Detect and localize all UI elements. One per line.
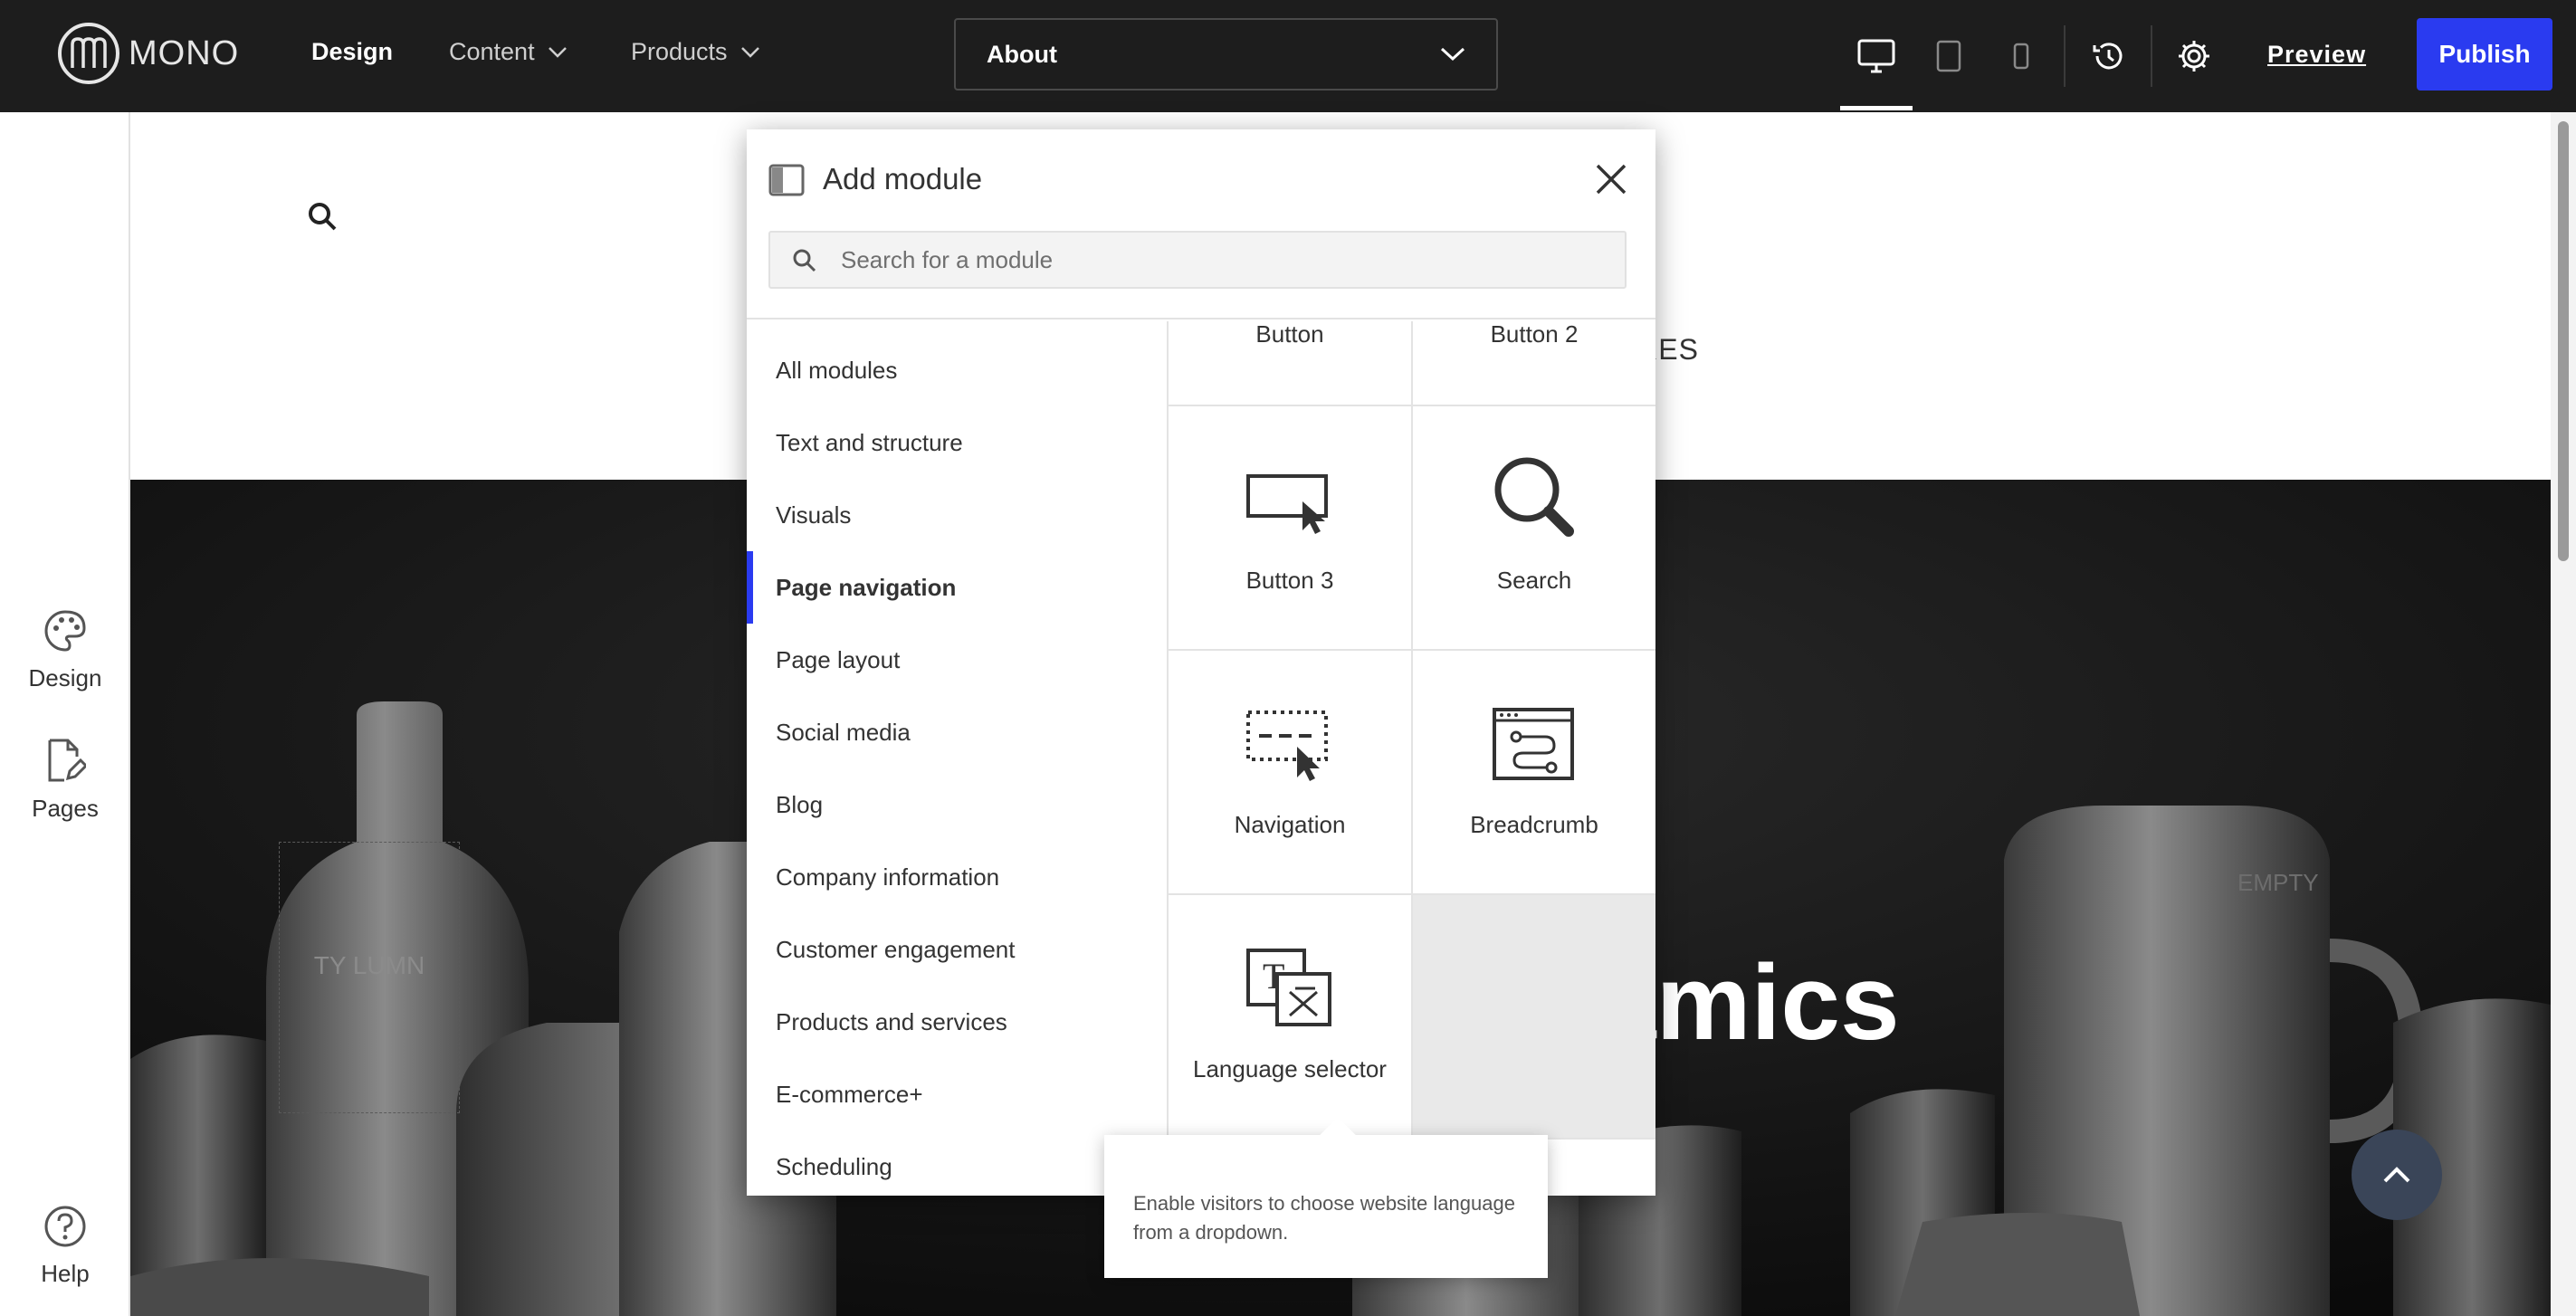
nav-content[interactable]: Content <box>449 38 568 66</box>
module-search-input[interactable] <box>841 233 1610 287</box>
category-e-commerce[interactable]: E-commerce+ <box>747 1058 1167 1130</box>
chevron-down-icon <box>548 46 567 58</box>
module-label: Language selector <box>1193 1055 1387 1082</box>
scrollbar-thumb[interactable] <box>2558 121 2569 561</box>
page-selector-value: About <box>987 40 1057 68</box>
sidebar-item-help[interactable]: Help <box>0 1204 130 1288</box>
toolbar-divider <box>2064 25 2066 87</box>
panel-icon[interactable] <box>768 164 805 196</box>
chevron-down-icon <box>740 46 759 58</box>
tablet-view-icon[interactable] <box>1927 34 1970 78</box>
search-icon <box>793 249 816 272</box>
module-tile-button[interactable]: Button <box>1169 321 1413 406</box>
empty-column-placeholder-right[interactable]: EMPTY <box>2237 869 2319 897</box>
nav-products-label: Products <box>631 38 728 65</box>
module-tile-empty <box>1413 895 1655 1140</box>
brand-logo[interactable]: MONO <box>58 23 239 84</box>
preview-link[interactable]: Preview <box>2267 41 2366 69</box>
nav-design[interactable]: Design <box>311 38 393 66</box>
sidebar-item-design[interactable]: Design <box>0 608 130 692</box>
module-tile-button-3[interactable]: Button 3 <box>1169 406 1413 651</box>
history-icon[interactable] <box>2086 34 2130 78</box>
language-selector-icon: T <box>1245 938 1335 1037</box>
palette-icon <box>44 610 86 652</box>
nav-products[interactable]: Products <box>631 38 760 66</box>
publish-button[interactable]: Publish <box>2417 18 2552 91</box>
add-module-dialog: Add module All modules Text and structur… <box>747 129 1655 1196</box>
chevron-up-icon <box>2383 1167 2410 1183</box>
chevron-down-icon <box>1440 47 1465 62</box>
sidebar-item-design-label: Design <box>28 664 102 691</box>
logo-mark-icon <box>58 23 119 84</box>
dialog-header: Add module <box>747 129 1655 319</box>
module-tile-breadcrumb[interactable]: Breadcrumb <box>1413 651 1655 895</box>
module-search-field[interactable] <box>768 231 1627 289</box>
page-selector[interactable]: About <box>954 18 1498 91</box>
sidebar-item-pages[interactable]: Pages <box>0 737 130 823</box>
sidebar-item-pages-label: Pages <box>32 795 99 822</box>
category-blog[interactable]: Blog <box>747 768 1167 841</box>
category-company-information[interactable]: Company information <box>747 841 1167 913</box>
category-customer-engagement[interactable]: Customer engagement <box>747 913 1167 986</box>
module-label: Button <box>1255 321 1324 348</box>
module-tile-navigation[interactable]: Navigation <box>1169 651 1413 895</box>
module-tile-language-selector[interactable]: T Language selector <box>1169 895 1413 1140</box>
module-label: Button 2 <box>1490 321 1579 348</box>
category-page-layout[interactable]: Page layout <box>747 624 1167 696</box>
category-all-modules[interactable]: All modules <box>747 334 1167 406</box>
module-label: Navigation <box>1234 811 1346 838</box>
search-icon[interactable] <box>307 201 338 232</box>
module-tile-search[interactable]: Search <box>1413 406 1655 651</box>
sidebar-item-help-label: Help <box>41 1260 90 1287</box>
module-tooltip: Enable visitors to choose website langua… <box>1104 1135 1548 1278</box>
navigation-icon <box>1245 693 1335 793</box>
gear-icon[interactable] <box>2172 34 2216 78</box>
button-3-icon <box>1245 449 1335 548</box>
category-products-and-services[interactable]: Products and services <box>747 986 1167 1058</box>
module-grid: Button Button 2 Button 3 Search Navigati… <box>1169 321 1655 1196</box>
close-button[interactable] <box>1589 157 1634 202</box>
category-list: All modules Text and structure Visuals P… <box>747 321 1169 1196</box>
page-scrollbar[interactable] <box>2551 112 2576 1316</box>
dialog-title: Add module <box>823 162 983 195</box>
module-label: Breadcrumb <box>1470 811 1598 838</box>
category-text-and-structure[interactable]: Text and structure <box>747 406 1167 479</box>
close-icon <box>1596 164 1627 195</box>
module-label: Search <box>1496 567 1572 594</box>
nav-design-label: Design <box>311 38 394 65</box>
category-visuals[interactable]: Visuals <box>747 479 1167 551</box>
mobile-view-icon[interactable] <box>1999 34 2043 78</box>
toolbar-divider <box>2151 25 2152 87</box>
tooltip-text: Enable visitors to choose website langua… <box>1133 1192 1515 1244</box>
category-page-navigation[interactable]: Page navigation <box>747 551 1167 624</box>
nav-content-label: Content <box>449 38 535 65</box>
category-social-media[interactable]: Social media <box>747 696 1167 768</box>
module-tile-button-2[interactable]: Button 2 <box>1413 321 1655 406</box>
help-icon <box>44 1206 86 1247</box>
page-edit-icon <box>48 739 86 782</box>
breadcrumb-icon <box>1491 693 1578 793</box>
module-label: Button 3 <box>1245 567 1334 594</box>
desktop-view-icon[interactable] <box>1855 34 1898 78</box>
scroll-to-top-button[interactable] <box>2352 1130 2442 1220</box>
search-module-icon <box>1489 449 1579 548</box>
top-bar: MONO Design Content Products About Previ… <box>0 0 2576 112</box>
empty-column-placeholder[interactable]: TY LUMN <box>279 842 460 1113</box>
logo-text: MONO <box>129 33 240 72</box>
left-sidebar: Design Pages Help <box>0 112 130 1316</box>
active-device-indicator <box>1840 106 1913 110</box>
